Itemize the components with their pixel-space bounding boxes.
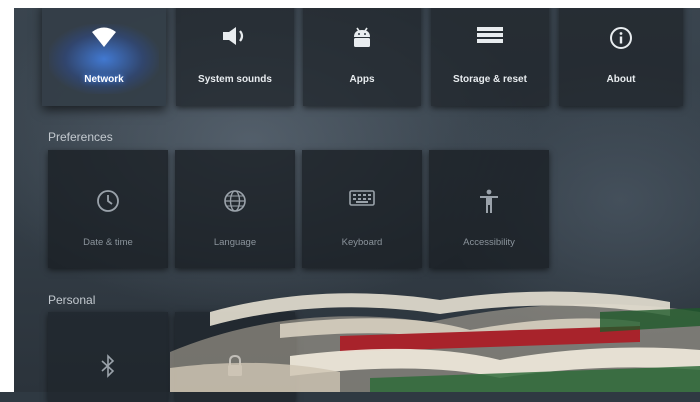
lock-icon (175, 354, 295, 378)
personal-header: Personal (48, 293, 96, 307)
keyboard-tile[interactable]: Keyboard (302, 150, 422, 268)
keyboard-icon (302, 188, 422, 208)
frame-edge-left (0, 0, 14, 392)
storage-icon (431, 26, 549, 44)
security-tile[interactable] (175, 312, 295, 402)
network-label: Network (84, 74, 124, 85)
network-tile[interactable]: Network (42, 2, 166, 106)
accessibility-tile[interactable]: Accessibility (429, 150, 549, 268)
android-icon (303, 26, 421, 50)
accessibility-label: Accessibility (463, 237, 515, 248)
language-tile[interactable]: Language (175, 150, 295, 268)
language-label: Language (213, 237, 257, 248)
about-tile[interactable]: About (559, 2, 683, 106)
keyboard-label: Keyboard (341, 237, 383, 248)
globe-icon (175, 188, 295, 214)
wifi-icon (42, 26, 166, 48)
clock-icon (48, 188, 168, 214)
system-sounds-label: System sounds (198, 74, 272, 85)
preferences-header: Preferences (48, 130, 113, 144)
accessibility-icon (429, 188, 549, 214)
frame-edge-top (0, 0, 700, 8)
bluetooth-icon (48, 354, 168, 378)
bluetooth-tile[interactable] (48, 312, 168, 402)
system-sounds-tile[interactable]: System sounds (176, 2, 294, 106)
about-label: About (606, 74, 636, 85)
storage-reset-label: Storage & reset (453, 74, 527, 85)
date-time-tile[interactable]: Date & time (48, 150, 168, 268)
speaker-icon (176, 26, 294, 46)
apps-label: Apps (349, 74, 375, 85)
date-time-label: Date & time (83, 237, 133, 248)
apps-tile[interactable]: Apps (303, 2, 421, 106)
storage-reset-tile[interactable]: Storage & reset (431, 2, 549, 106)
info-icon (559, 26, 683, 50)
